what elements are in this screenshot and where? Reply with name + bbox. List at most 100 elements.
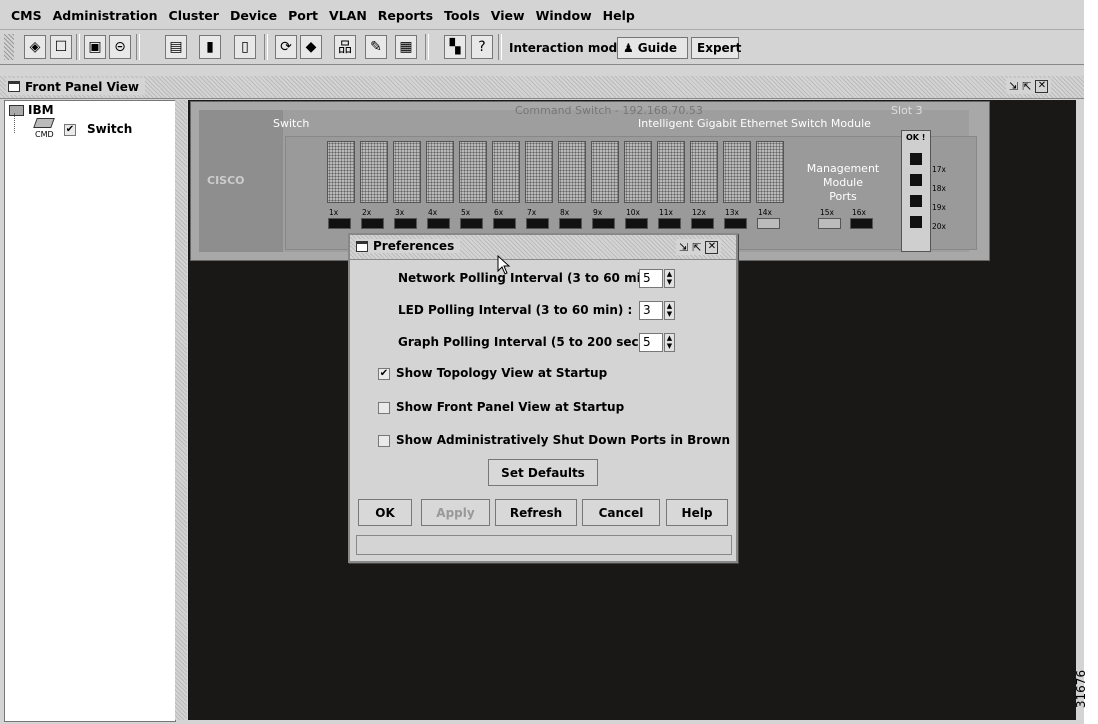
topology-icon[interactable]: ◈ xyxy=(24,35,46,59)
port-led-1[interactable] xyxy=(328,218,351,229)
save-icon[interactable]: ▦ xyxy=(395,35,417,59)
port-label-4: 4x xyxy=(428,208,438,217)
ok-indicator: OK ! xyxy=(906,133,926,142)
splitter[interactable] xyxy=(175,100,187,720)
link-icon[interactable]: ⊝ xyxy=(109,35,131,59)
side-port-20[interactable] xyxy=(910,216,922,228)
menu-cms[interactable]: CMS xyxy=(6,5,48,27)
side-port-18[interactable] xyxy=(910,174,922,186)
menu-tools[interactable]: Tools xyxy=(439,5,486,27)
mgmt-led-16[interactable] xyxy=(850,218,873,229)
menu-administration[interactable]: Administration xyxy=(48,5,164,27)
graph-polling-stepper[interactable]: ▲ ▼ xyxy=(664,333,675,352)
port-cage-6[interactable] xyxy=(492,141,520,203)
menu-view[interactable]: View xyxy=(486,5,531,27)
port-cage-12[interactable] xyxy=(690,141,718,203)
properties-icon[interactable]: ☐ xyxy=(50,35,72,59)
side-label-19: 19x xyxy=(932,203,946,212)
port-cage-2[interactable] xyxy=(360,141,388,203)
port-led-3[interactable] xyxy=(394,218,417,229)
port-led-5[interactable] xyxy=(460,218,483,229)
port-led-9[interactable] xyxy=(592,218,615,229)
network-polling-input[interactable]: 5 xyxy=(639,269,663,288)
cluster-icon[interactable]: ◆ xyxy=(300,35,322,59)
menu-vlan[interactable]: VLAN xyxy=(324,5,373,27)
switch-tree-checkbox[interactable]: ✔ xyxy=(64,124,76,136)
side-port-19[interactable] xyxy=(910,195,922,207)
guide-mode-button[interactable]: ♟ Guide xyxy=(617,37,688,59)
cancel-button[interactable]: Cancel xyxy=(582,499,660,526)
close-icon[interactable]: ✕ xyxy=(705,240,719,254)
network-polling-stepper[interactable]: ▲ ▼ xyxy=(664,269,675,288)
port-cage-11[interactable] xyxy=(657,141,685,203)
port-led-6[interactable] xyxy=(493,218,516,229)
maximize-icon[interactable]: ⇱ xyxy=(692,241,701,254)
minimize-icon[interactable]: ⇲ xyxy=(679,241,688,254)
side-port-17[interactable] xyxy=(910,153,922,165)
mgmt-label-line3: Ports xyxy=(829,190,857,203)
port-led-4[interactable] xyxy=(427,218,450,229)
toolbar-separator xyxy=(264,34,268,60)
port-led-10[interactable] xyxy=(625,218,648,229)
menu-cluster[interactable]: Cluster xyxy=(164,5,225,27)
port-cage-1[interactable] xyxy=(327,141,355,203)
topology-startup-checkbox[interactable]: ✔ xyxy=(378,368,390,380)
help-icon[interactable]: ? xyxy=(471,35,493,59)
port-led-13[interactable] xyxy=(724,218,747,229)
port-led-2[interactable] xyxy=(361,218,384,229)
menu-help[interactable]: Help xyxy=(598,5,641,27)
port-settings-icon[interactable]: ▤ xyxy=(165,35,187,59)
led-polling-stepper[interactable]: ▲ ▼ xyxy=(664,301,675,320)
port-cage-14[interactable] xyxy=(756,141,784,203)
close-icon[interactable]: ✕ xyxy=(1035,79,1049,93)
frontpanel-startup-checkbox[interactable] xyxy=(378,402,390,414)
port-cage-4[interactable] xyxy=(426,141,454,203)
shutdown-brown-label[interactable]: Show Administratively Shut Down Ports in… xyxy=(396,433,730,447)
grid-icon[interactable]: ▚ xyxy=(444,35,466,59)
tree-switch-label[interactable]: Switch xyxy=(87,122,132,136)
stack-icon[interactable]: ▮ xyxy=(199,35,221,59)
window-icon xyxy=(356,240,368,252)
port-led-11[interactable] xyxy=(658,218,681,229)
dialog-status-bar xyxy=(356,535,732,555)
edit-icon[interactable]: ✎ xyxy=(365,35,387,59)
port-led-8[interactable] xyxy=(559,218,582,229)
document-icon[interactable]: ▯ xyxy=(234,35,256,59)
menu-port[interactable]: Port xyxy=(283,5,324,27)
menu-device[interactable]: Device xyxy=(225,5,283,27)
expert-mode-button[interactable]: Expert xyxy=(691,37,741,59)
frontpanel-startup-label[interactable]: Show Front Panel View at Startup xyxy=(396,400,624,414)
refresh-button[interactable]: Refresh xyxy=(495,499,577,526)
help-button[interactable]: Help xyxy=(666,499,728,526)
menu-reports[interactable]: Reports xyxy=(373,5,439,27)
port-cage-3[interactable] xyxy=(393,141,421,203)
shutdown-brown-checkbox[interactable] xyxy=(378,435,390,447)
port-label-6: 6x xyxy=(494,208,504,217)
port-cage-9[interactable] xyxy=(591,141,619,203)
minimize-icon[interactable]: ⇲ xyxy=(1009,80,1018,93)
topology-startup-label[interactable]: Show Topology View at Startup xyxy=(396,366,607,380)
port-cage-13[interactable] xyxy=(723,141,751,203)
front-panel-titlebar[interactable]: Front Panel View ⇲ ⇱ ✕ xyxy=(0,76,1084,99)
graph-polling-input[interactable]: 5 xyxy=(639,333,663,352)
apply-button[interactable]: Apply xyxy=(421,499,490,526)
port-cage-8[interactable] xyxy=(558,141,586,203)
menu-window[interactable]: Window xyxy=(531,5,598,27)
toolbar-grip[interactable] xyxy=(4,34,14,60)
led-polling-input[interactable]: 3 xyxy=(639,301,663,320)
maximize-icon[interactable]: ⇱ xyxy=(1022,80,1031,93)
refresh-icon[interactable]: ⟳ xyxy=(275,35,297,59)
mgmt-led-15[interactable] xyxy=(818,218,841,229)
preferences-titlebar[interactable]: Preferences ⇲ ⇱ ✕ xyxy=(350,235,736,260)
set-defaults-button[interactable]: Set Defaults xyxy=(488,459,598,486)
network-icon[interactable]: 品 xyxy=(334,35,356,59)
port-led-12[interactable] xyxy=(691,218,714,229)
device-icon[interactable]: ▣ xyxy=(84,35,106,59)
port-cage-10[interactable] xyxy=(624,141,652,203)
ok-button[interactable]: OK xyxy=(358,499,412,526)
port-led-14[interactable] xyxy=(757,218,780,229)
front-panel-title-text: Front Panel View xyxy=(25,79,140,94)
port-led-7[interactable] xyxy=(526,218,549,229)
port-cage-7[interactable] xyxy=(525,141,553,203)
port-cage-5[interactable] xyxy=(459,141,487,203)
